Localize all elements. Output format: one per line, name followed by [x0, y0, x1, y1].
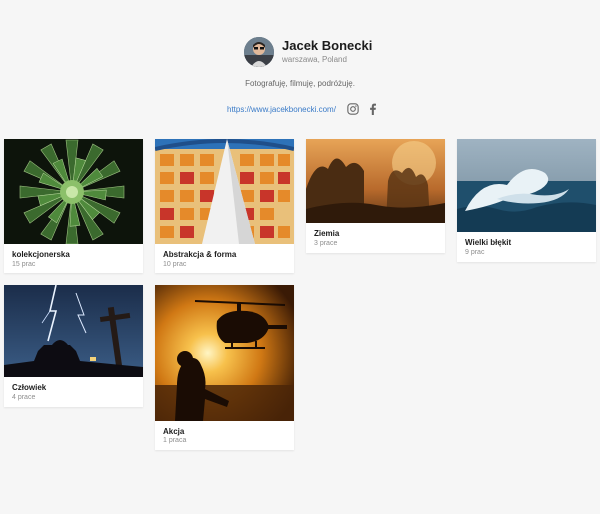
profile-location: warszawa, Poland	[282, 55, 347, 64]
profile-links: https://www.jacekbonecki.com/	[227, 102, 380, 116]
album-title: Ziemia	[314, 229, 340, 238]
instagram-icon[interactable]	[346, 102, 360, 116]
album-thumbnail	[457, 139, 596, 232]
facebook-icon[interactable]	[366, 102, 380, 116]
album-thumbnail	[155, 285, 294, 421]
album-title: Akcja	[163, 427, 185, 436]
album-title: Abstrakcja & forma	[163, 250, 237, 259]
album-title: Człowiek	[12, 383, 47, 392]
album-thumbnail	[306, 139, 445, 223]
album-count: 9 prac	[465, 249, 485, 256]
album-card-ziemia[interactable]: Ziemia 3 prace	[306, 139, 445, 253]
album-card-czlowiek[interactable]: Człowiek 4 prace	[4, 285, 143, 407]
album-thumbnail	[4, 139, 143, 244]
album-title: Wielki błękit	[465, 238, 512, 247]
profile-header: Jacek Bonecki warszawa, Poland Fotografu…	[0, 0, 600, 130]
album-count: 15 prac	[12, 261, 36, 268]
album-card-akcja[interactable]: Akcja 1 praca	[155, 285, 294, 450]
album-card-wielki-blekit[interactable]: Wielki błękit 9 prac	[457, 139, 596, 262]
album-count: 3 prace	[314, 240, 338, 247]
album-thumbnail	[155, 139, 294, 244]
album-count: 1 praca	[163, 437, 187, 444]
profile-name: Jacek Bonecki	[282, 38, 373, 53]
profile-bio: Fotografuję, filmuję, podróżuję.	[245, 79, 355, 88]
album-thumbnail	[4, 285, 143, 377]
album-card-abstrakcja-forma[interactable]: Abstrakcja & forma 10 prac	[155, 139, 294, 273]
album-count: 4 prace	[12, 394, 36, 401]
website-link[interactable]: https://www.jacekbonecki.com/	[227, 105, 336, 114]
album-title: kolekcjonerska	[12, 250, 70, 259]
avatar[interactable]	[244, 37, 274, 67]
album-count: 10 prac	[163, 261, 187, 268]
album-card-kolekcjonerska[interactable]: kolekcjonerska 15 prac	[4, 139, 143, 273]
